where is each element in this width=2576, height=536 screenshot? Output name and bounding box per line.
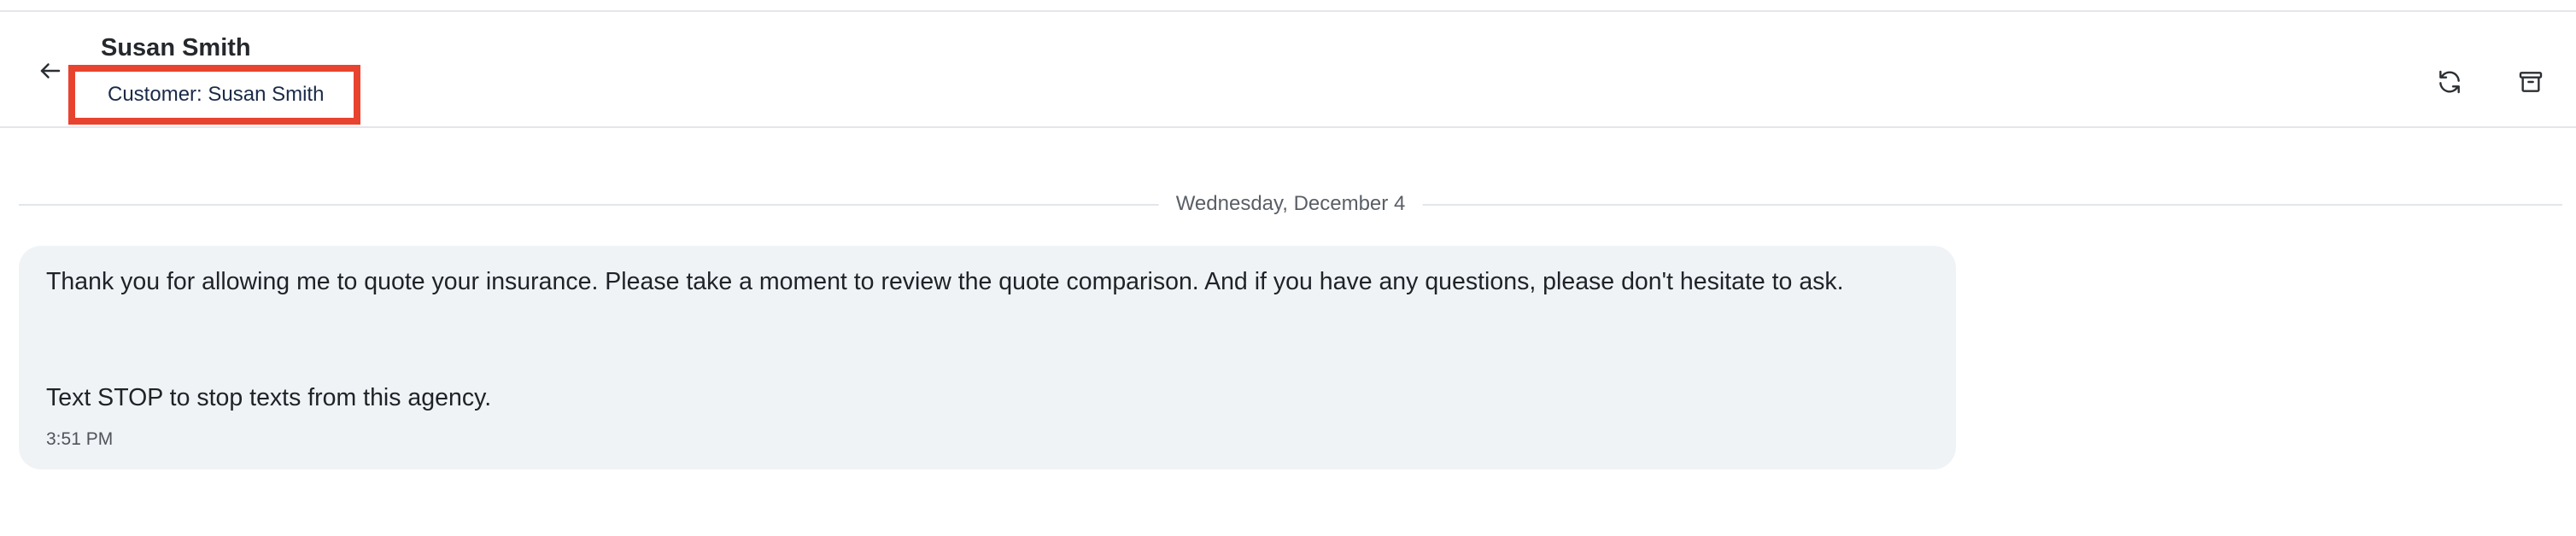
message-timestamp: 3:51 PM	[46, 429, 114, 449]
arrow-left-icon	[40, 63, 61, 79]
refresh-icon	[2439, 70, 2460, 94]
message-text-line: Thank you for allowing me to quote your …	[46, 268, 1844, 295]
customer-link[interactable]: Customer: Susan Smith	[68, 65, 360, 125]
message-bubble: Thank you for allowing me to quote your …	[19, 246, 1956, 469]
message-text-line: Text STOP to stop texts from this agency…	[46, 384, 492, 411]
contact-name: Susan Smith	[101, 34, 251, 61]
conversation-header: Susan Smith Customer: Susan Smith	[0, 12, 2576, 128]
date-label: Wednesday, December 4	[1158, 191, 1423, 217]
refresh-button[interactable]	[2433, 65, 2467, 99]
top-divider	[0, 0, 2576, 12]
archive-button[interactable]	[2514, 65, 2548, 99]
back-button[interactable]	[34, 55, 67, 87]
date-divider: Wednesday, December 4	[19, 191, 2562, 217]
archive-icon	[2519, 72, 2543, 92]
customer-link-label: Customer: Susan Smith	[108, 83, 325, 106]
